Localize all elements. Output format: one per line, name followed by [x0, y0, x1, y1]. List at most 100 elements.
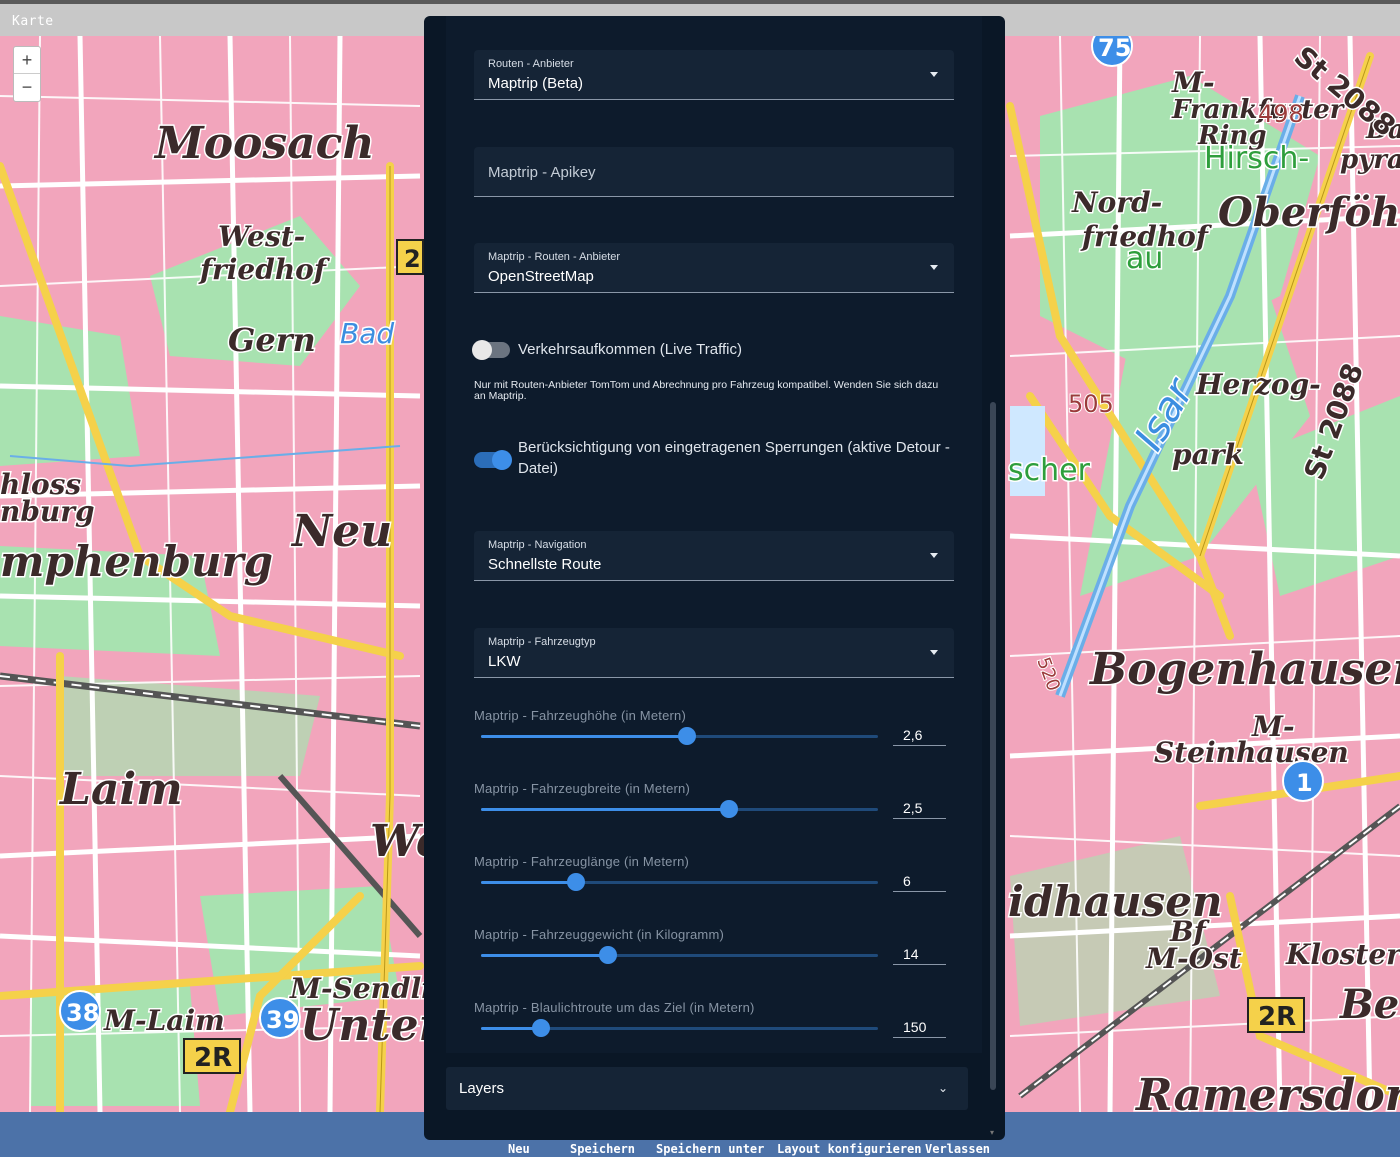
map-label-westfriedhof-2: friedhof	[198, 253, 331, 286]
map-label-m-ost: M-Ost	[1145, 942, 1242, 975]
caret-down-icon	[930, 650, 938, 655]
detour-toggle[interactable]	[474, 450, 512, 470]
map-label-nordfriedhof-1: Nord-	[1071, 186, 1162, 219]
maptrip-routing-provider-label: Maptrip - Routen - Anbieter	[488, 251, 621, 263]
routing-provider-value: Maptrip (Beta)	[488, 75, 584, 92]
caret-down-icon	[930, 72, 938, 77]
slider-fill	[481, 735, 688, 738]
map-elevation-505: 505	[1068, 390, 1114, 418]
slider-value: 150	[903, 1019, 927, 1035]
maptrip-vehicle-type-value: LKW	[488, 653, 521, 670]
live-traffic-toggle[interactable]	[472, 340, 510, 360]
map-label-park: park	[1172, 438, 1244, 471]
scroll-down-arrow-icon[interactable]: ▾	[990, 1128, 994, 1137]
live-traffic-label: Verkehrsaufkommen (Live Traffic)	[518, 341, 742, 358]
map-label-westfriedhof-1: West-	[218, 220, 305, 253]
slider-track[interactable]	[481, 881, 878, 884]
routing-settings-panel: Routen - Anbieter Maptrip (Beta) Maptrip…	[424, 16, 1005, 1140]
map-label-steinhausen: Steinhausen	[1154, 736, 1349, 769]
slider-thumb[interactable]	[599, 946, 618, 964]
slider-fill	[481, 881, 577, 884]
zoom-out-button[interactable]: −	[14, 74, 40, 101]
svg-text:75: 75	[1098, 36, 1131, 62]
road-shield-2: 2	[396, 239, 424, 275]
layers-accordion[interactable]: Layers ⌄	[446, 1067, 968, 1110]
svg-text:39: 39	[266, 1006, 299, 1034]
detour-label: Berücksichtigung von eingetragenen Sperr…	[518, 437, 950, 479]
svg-text:2: 2	[404, 245, 421, 273]
map-elevation-498: 498	[1258, 100, 1304, 128]
svg-text:2R: 2R	[194, 1043, 232, 1073]
routing-provider-select[interactable]: Routen - Anbieter Maptrip (Beta)	[474, 50, 954, 100]
slider-thumb[interactable]	[531, 1019, 550, 1037]
map-label-nymphenburg: mphenburg	[0, 537, 273, 586]
slider-value: 6	[903, 873, 911, 889]
route-badge-1: 1	[1282, 760, 1324, 802]
caret-down-icon	[930, 265, 938, 270]
panel-scrollbar[interactable]	[990, 402, 996, 1090]
map-label-neu: Neu	[290, 506, 392, 557]
slider-value-input[interactable]: 14	[893, 941, 946, 965]
map-label-bogenhausen: Bogenhausen	[1088, 644, 1400, 695]
map-label-moosach: Moosach	[153, 118, 374, 169]
slider-label: Maptrip - Fahrzeuglänge (in Metern)	[474, 854, 690, 869]
routing-provider-label: Routen - Anbieter	[488, 58, 574, 70]
slider-value-input[interactable]: 2,6	[893, 722, 946, 746]
road-shield-2r-1: 2R	[183, 1038, 241, 1074]
slider-value: 2,5	[903, 800, 923, 816]
map-label-berg: Ber	[1339, 981, 1400, 1028]
map-label-au: au	[1126, 241, 1163, 276]
new-button[interactable]: Neu	[508, 1142, 530, 1156]
map-label-ramersdorf: Ramersdorf	[1134, 1070, 1400, 1112]
maptrip-vehicle-type-label: Maptrip - Fahrzeugtyp	[488, 636, 596, 648]
maptrip-apikey-input[interactable]: Maptrip - Apikey	[474, 147, 954, 197]
map-label-pyra: pyra	[1340, 145, 1400, 175]
slider-value-input[interactable]: 6	[893, 868, 946, 892]
exit-button[interactable]: Verlassen	[925, 1142, 990, 1156]
slider-label: Maptrip - Fahrzeugbreite (in Metern)	[474, 781, 690, 796]
slider-value-input[interactable]: 2,5	[893, 795, 946, 819]
maptrip-navigation-value: Schnellste Route	[488, 556, 602, 573]
route-badge-75: 75	[1091, 36, 1133, 67]
maptrip-routing-provider-select[interactable]: Maptrip - Routen - Anbieter OpenStreetMa…	[474, 243, 954, 293]
save-as-button[interactable]: Speichern unter	[656, 1142, 764, 1156]
zoom-control: + −	[13, 46, 41, 102]
caret-down-icon	[930, 553, 938, 558]
slider-thumb[interactable]	[720, 800, 739, 818]
map-label-nymphenburg-2: nburg	[0, 495, 95, 528]
maptrip-navigation-label: Maptrip - Navigation	[488, 539, 587, 551]
map-label-englischer: scher	[1008, 453, 1091, 488]
slider-value-input[interactable]: 150	[893, 1014, 946, 1038]
save-button[interactable]: Speichern	[570, 1142, 635, 1156]
map-label-laim: Laim	[58, 764, 183, 815]
window-title: Karte	[12, 14, 54, 29]
slider-label: Maptrip - Fahrzeuggewicht (in Kilogramm)	[474, 927, 725, 942]
route-badge-38: 38	[59, 990, 101, 1032]
maptrip-routing-provider-value: OpenStreetMap	[488, 268, 594, 285]
slider-track[interactable]	[481, 954, 878, 957]
layers-label: Layers	[459, 1080, 505, 1097]
toggle-knob	[492, 450, 512, 470]
map-label-unter: Unter	[300, 1000, 445, 1051]
road-shield-2r-2: 2R	[1247, 997, 1305, 1033]
toggle-knob	[472, 340, 492, 360]
svg-text:38: 38	[66, 999, 99, 1027]
zoom-in-button[interactable]: +	[14, 47, 40, 74]
slider-label: Maptrip - Blaulichtroute um das Ziel (in…	[474, 1000, 755, 1015]
detour-label-line-2: Datei)	[518, 460, 559, 477]
maptrip-vehicle-type-select[interactable]: Maptrip - Fahrzeugtyp LKW	[474, 628, 954, 678]
map-label-kloster: Kloster	[1285, 938, 1400, 971]
map-label-oberfoehring: Oberföhring	[1218, 189, 1400, 236]
slider-fill	[481, 808, 730, 811]
map-label-hirsch: Hirsch-	[1204, 141, 1309, 176]
slider-fill	[481, 954, 609, 957]
svg-text:1: 1	[1296, 769, 1313, 797]
map-label-herzog: Herzog-	[1195, 368, 1321, 401]
configure-layout-button[interactable]: Layout konfigurieren	[777, 1142, 922, 1156]
map-label-bad: Bad	[340, 317, 394, 350]
live-traffic-hint: Nur mit Routen-Anbieter TomTom und Abrec…	[474, 379, 939, 402]
detour-label-line-1: Berücksichtigung von eingetragenen Sperr…	[518, 439, 950, 456]
svg-text:2R: 2R	[1258, 1002, 1296, 1032]
maptrip-navigation-select[interactable]: Maptrip - Navigation Schnellste Route	[474, 531, 954, 581]
slider-track[interactable]	[481, 808, 878, 811]
